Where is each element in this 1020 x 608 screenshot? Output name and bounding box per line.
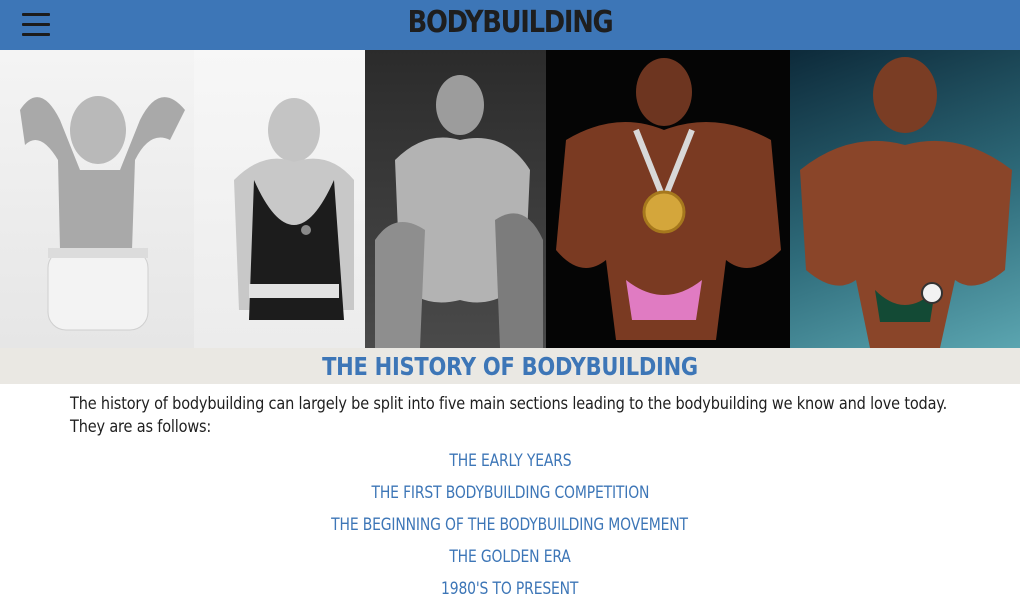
intro-paragraph: The history of bodybuilding can largely … bbox=[70, 394, 948, 436]
golden-era-bodybuilder-pose-photo bbox=[365, 50, 546, 348]
strongman-in-singlet-photo bbox=[194, 50, 365, 348]
site-logo[interactable]: BODYBUILDING bbox=[71, 3, 948, 43]
modern-bodybuilder-stage-photo bbox=[790, 50, 1020, 348]
list-item: 1980'S TO PRESENT bbox=[0, 576, 1020, 608]
section-link-1980s-present[interactable]: 1980'S TO PRESENT bbox=[441, 576, 578, 603]
list-item: THE BEGINNING OF THE BODYBUILDING MOVEME… bbox=[0, 512, 1020, 544]
hero-photo-gallery bbox=[0, 50, 1020, 348]
list-item: THE EARLY YEARS bbox=[0, 448, 1020, 480]
section-link-early-years[interactable]: THE EARLY YEARS bbox=[449, 448, 571, 475]
page-title-band: THE HISTORY OF BODYBUILDING bbox=[0, 348, 1020, 384]
list-item: THE GOLDEN ERA bbox=[0, 544, 1020, 576]
history-sections-list: THE EARLY YEARS THE FIRST BODYBUILDING C… bbox=[0, 448, 1020, 608]
page-title: THE HISTORY OF BODYBUILDING bbox=[322, 352, 698, 381]
bodybuilder-with-medal-photo bbox=[546, 50, 790, 348]
top-nav-bar: BODYBUILDING bbox=[0, 0, 1020, 50]
section-link-golden-era[interactable]: THE GOLDEN ERA bbox=[449, 544, 571, 571]
section-link-first-competition[interactable]: THE FIRST BODYBUILDING COMPETITION bbox=[371, 480, 649, 507]
section-link-movement-beginning[interactable]: THE BEGINNING OF THE BODYBUILDING MOVEME… bbox=[332, 512, 689, 539]
hamburger-menu-icon[interactable] bbox=[22, 11, 52, 39]
early-era-bodybuilder-flexing-photo bbox=[0, 50, 194, 348]
list-item: THE FIRST BODYBUILDING COMPETITION bbox=[0, 480, 1020, 512]
